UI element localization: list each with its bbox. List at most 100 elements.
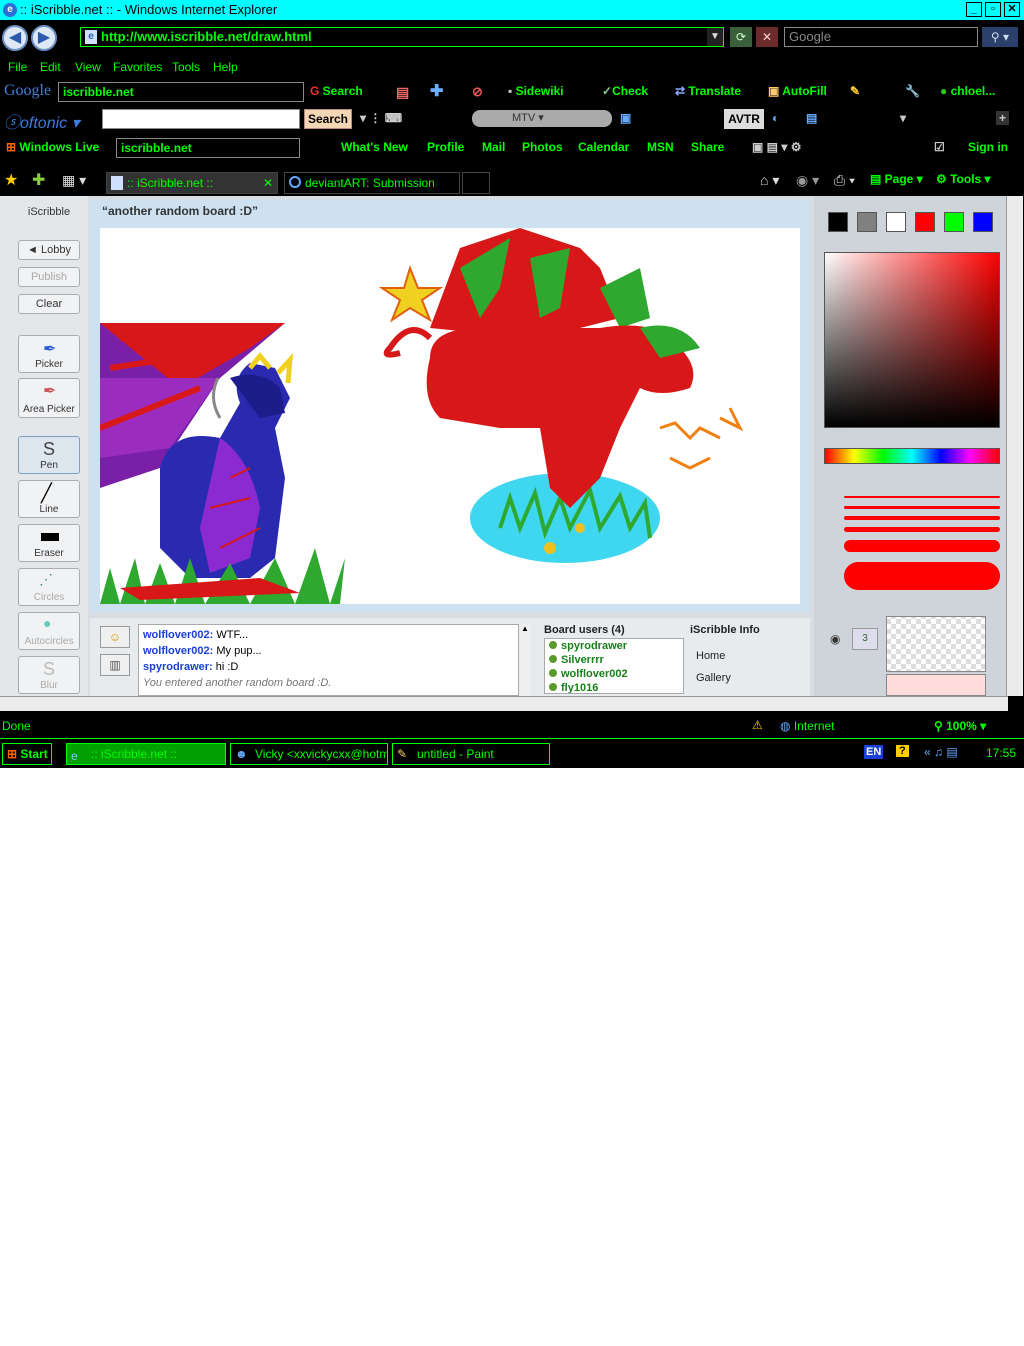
print-icon[interactable]: ⎙ ▾ [834,172,855,189]
menu-help[interactable]: Help [213,60,238,74]
tab-iscribble[interactable]: :: iScribble.net :: ✕ [106,172,278,194]
highlighter-icon[interactable]: ✎ [850,84,860,98]
hue-slider[interactable] [824,448,1000,464]
translate-button[interactable]: ⇄ Translate [675,84,741,98]
help-icon[interactable]: ? [896,745,909,757]
address-bar[interactable]: e http://www.iscribble.net/draw.html [80,27,724,47]
start-button[interactable]: ⊞ Start [2,743,52,765]
back-button[interactable]: ◀ [2,25,28,51]
notes-icon[interactable]: ▤ [806,111,817,125]
tools-menu[interactable]: ⚙ Tools ▾ [936,172,991,186]
live-link-calendar[interactable]: Calendar [578,140,629,154]
tab-close-icon[interactable]: ✕ [263,173,273,193]
task-paint[interactable]: ✎ untitled - Paint [392,743,550,765]
softonic-more-icon[interactable]: ▾ [900,111,906,125]
publish-button[interactable]: Publish [18,267,80,287]
live-link-photos[interactable]: Photos [522,140,563,154]
info-link-gallery[interactable]: Gallery [696,672,760,684]
board-user[interactable]: wolflover002 [545,667,683,681]
menu-view[interactable]: View [75,60,101,74]
menu-file[interactable]: File [8,60,27,74]
picker-tool[interactable]: ✒ Picker [18,335,80,373]
page-vertical-scrollbar[interactable] [1006,196,1023,696]
toolbar-options-icon[interactable]: ▾ ⋮ ⌨ [360,111,402,125]
autocircles-tool[interactable]: ● Autocircles [18,612,80,650]
quick-tabs-icon[interactable]: ▦ ▾ [62,172,86,189]
circles-tool[interactable]: ⋰ Circles [18,568,80,606]
brush-size-6[interactable] [844,562,1000,590]
forward-button[interactable]: ▶ [31,25,57,51]
live-link-whats-new[interactable]: What's New [341,140,408,154]
plus-icon[interactable]: ✚ [430,81,443,101]
minimize-button[interactable]: _ [966,2,982,17]
lobby-button[interactable]: ◄ Lobby [18,240,80,260]
stop-button[interactable]: ✕ [756,27,778,47]
address-dropdown-button[interactable]: ▼ [707,28,723,46]
live-link-msn[interactable]: MSN [647,140,674,154]
swatch-black[interactable] [828,212,848,232]
emoticon-button[interactable]: ☺ [100,626,130,648]
saturation-picker[interactable] [824,252,1000,428]
swatch-red[interactable] [915,212,935,232]
menu-tools[interactable]: Tools [172,60,200,74]
weather-icon[interactable]: ◐ [772,111,779,125]
google-query-input[interactable]: iscribble.net [58,82,304,102]
tray-icons[interactable]: « ♫ ▤ [924,745,958,759]
sidewiki-button[interactable]: ▪ Sidewiki [508,84,564,98]
drawing-canvas[interactable] [100,228,800,604]
bookmark-icon[interactable]: ▤ [396,84,409,101]
avtr-button[interactable]: AVTR [724,109,764,129]
tab-deviantart[interactable]: deviantART: Submission [284,172,460,194]
pen-tool[interactable]: S Pen [18,436,80,474]
page-horizontal-scrollbar[interactable] [0,696,1008,711]
radio-player[interactable]: MTV ▾ [472,110,612,127]
close-button[interactable]: ✕ [1004,2,1020,17]
chat-scrollbar[interactable]: ▲ [518,624,531,696]
new-tab-button[interactable] [462,172,490,194]
brush-size-4[interactable] [844,527,1000,532]
autofill-button[interactable]: ▣ AutoFill [768,84,827,98]
wrench-icon[interactable]: 🔧 [905,84,920,98]
board-user[interactable]: spyrodrawer [545,639,683,653]
board-user[interactable]: Silverrrr [545,653,683,667]
spell-check-button[interactable]: ✓Check [602,84,648,98]
live-tools-icons[interactable]: ▣ ▤ ▾ ⚙ [752,140,801,154]
feeds-icon[interactable]: ◉ ▾ [796,172,819,189]
language-indicator[interactable]: EN [864,745,884,759]
windows-live-button[interactable]: ⊞ Windows Live [6,140,99,154]
refresh-button[interactable]: ⟳ [730,27,752,47]
task-messenger[interactable]: ☻ Vicky <xxvickycxx@hotm... [230,743,388,765]
task-iscribble[interactable]: e:: iScribble.net :: [66,743,226,765]
menu-favorites[interactable]: Favorites [113,60,162,74]
brush-size-3[interactable] [844,516,1000,520]
area-picker-tool[interactable]: ✒ Area Picker [18,378,80,418]
sign-in-link[interactable]: Sign in [968,140,1008,154]
live-check-icon[interactable]: ☑ [934,140,945,154]
layer-number-badge[interactable]: 3 [852,628,878,650]
home-icon[interactable]: ⌂ ▾ [760,172,779,189]
swatch-gray[interactable] [857,212,877,232]
brush-size-5[interactable] [844,540,1000,552]
live-link-profile[interactable]: Profile [427,140,464,154]
layer-thumbnail-2[interactable] [886,674,986,696]
swatch-blue[interactable] [973,212,993,232]
menu-edit[interactable]: Edit [40,60,61,74]
layer-visibility-icon[interactable]: ◉ [830,632,840,646]
brush-size-slider[interactable] [824,492,1000,602]
eraser-tool[interactable]: Eraser [18,524,80,562]
info-link-home[interactable]: Home [696,650,760,662]
page-menu[interactable]: ▤ Page ▾ [870,172,923,186]
maximize-button[interactable]: ▫ [985,2,1001,17]
google-search-button[interactable]: G Search [310,84,363,98]
swatch-white[interactable] [886,212,906,232]
chat-log-button[interactable]: ▥ [100,654,130,676]
brush-size-2[interactable] [844,506,1000,509]
softonic-search-button[interactable]: Search [304,109,352,129]
favorites-star-icon[interactable]: ★ [4,170,18,190]
softonic-search-input[interactable] [102,109,300,129]
live-search-input[interactable]: iscribble.net [116,138,300,158]
tv-icon[interactable]: ▣ [620,111,631,125]
layer-thumbnail[interactable] [886,616,986,672]
brush-size-1[interactable] [844,496,1000,498]
web-search-input[interactable]: Google [784,27,978,47]
